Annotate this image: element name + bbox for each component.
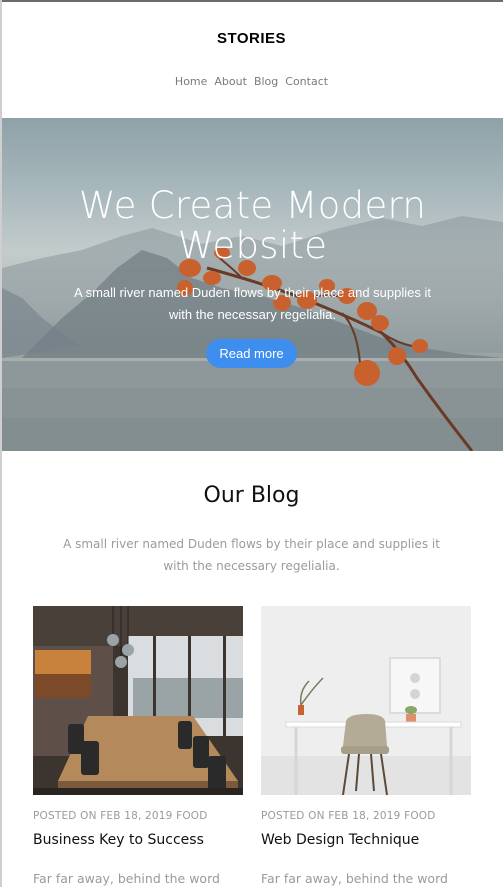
nav-home[interactable]: Home [175, 75, 207, 88]
blog-card-2-excerpt: Far far away, behind the word [261, 871, 448, 886]
read-more-button[interactable]: Read more [206, 339, 297, 368]
hero-subtitle-line-1: A small river named Duden flows by their… [74, 285, 431, 300]
blog-card-2-title[interactable]: Web Design Technique [261, 832, 491, 848]
blog-subtitle-line-1: A small river named Duden flows by their… [63, 537, 440, 551]
site-brand[interactable]: STORIES [0, 30, 503, 47]
minimal-desk-chair-illustration [261, 606, 471, 795]
main-nav: Home About Blog Contact [0, 75, 503, 88]
hero-title: We Create Modern Website [2, 186, 503, 266]
blog-section-subtitle: A small river named Duden flows by their… [50, 533, 453, 577]
hero-title-line-1: We Create Modern [78, 184, 427, 227]
blog-card-2-image[interactable] [261, 606, 471, 795]
hero-title-line-2: Website [177, 224, 328, 267]
blog-card-1-excerpt: Far far away, behind the word [33, 871, 220, 886]
nav-about[interactable]: About [214, 75, 247, 88]
blog-card-1-title[interactable]: Business Key to Success [33, 832, 263, 848]
nav-contact[interactable]: Contact [285, 75, 328, 88]
hero-subtitle: A small river named Duden flows by their… [52, 282, 453, 326]
hero-section: We Create Modern Website A small river n… [2, 118, 503, 451]
blog-card-2-meta: POSTED ON FEB 18, 2019 FOOD [261, 810, 436, 822]
hero-subtitle-line-2: with the necessary regelialia. [169, 307, 336, 322]
blog-section-title: Our Blog [203, 483, 300, 508]
blog-card-1-image[interactable] [33, 606, 243, 795]
blog-card-1-meta: POSTED ON FEB 18, 2019 FOOD [33, 810, 208, 822]
office-meeting-room-illustration [33, 606, 243, 795]
site-header: STORIES Home About Blog Contact [0, 0, 503, 118]
nav-blog[interactable]: Blog [254, 75, 278, 88]
blog-subtitle-line-2: with the necessary regelialia. [163, 559, 340, 573]
